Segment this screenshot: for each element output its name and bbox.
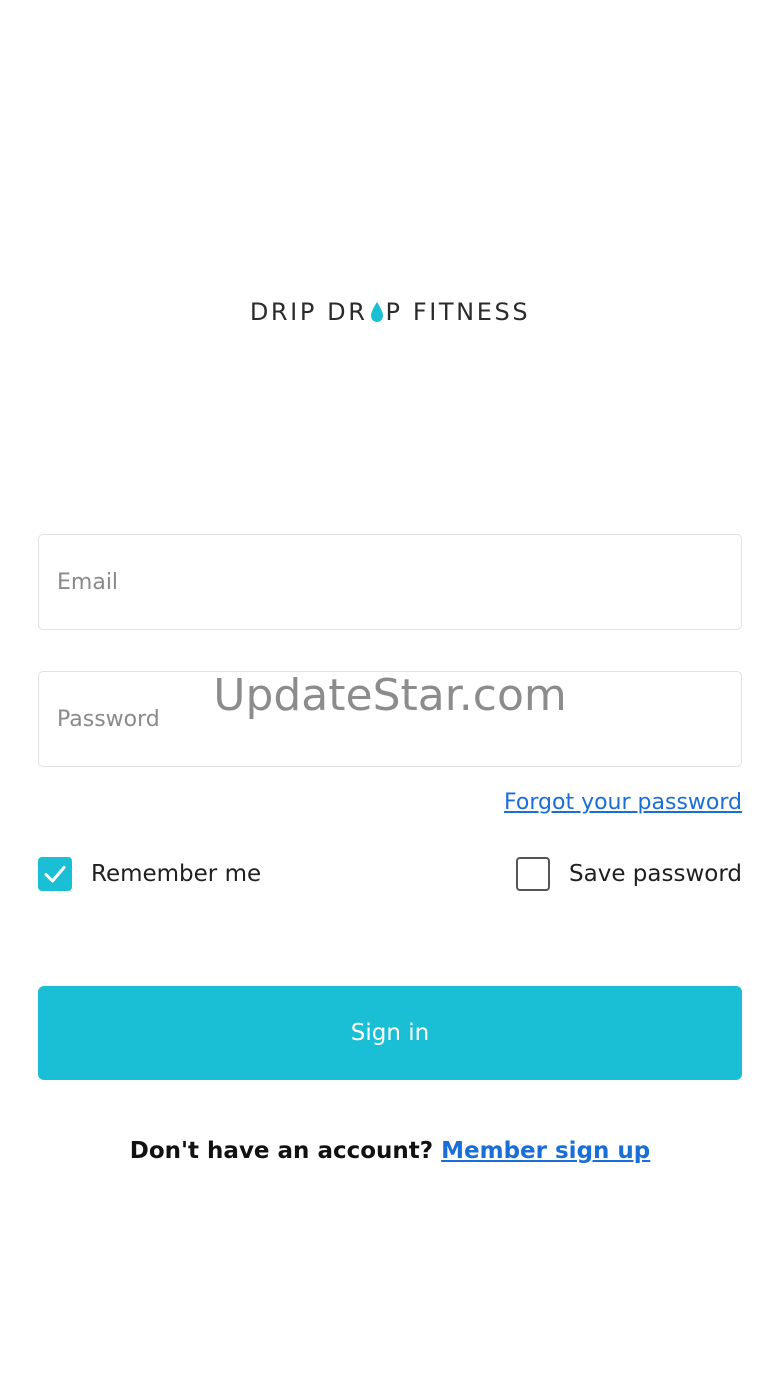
save-password-checkbox[interactable]: Save password — [516, 857, 742, 891]
save-password-label: Save password — [569, 861, 742, 887]
password-input[interactable] — [57, 672, 741, 766]
forgot-password-link[interactable]: Forgot your password — [504, 790, 742, 815]
remember-me-label: Remember me — [91, 861, 262, 887]
email-field[interactable] — [38, 534, 742, 630]
brand-text-part1: DRIP DR — [249, 298, 368, 326]
login-screen: DRIP DR P FITNESS UpdateStar.com Forgot … — [0, 0, 780, 1387]
checkbox-checked[interactable] — [38, 857, 72, 891]
remember-me-checkbox[interactable]: Remember me — [38, 857, 261, 891]
brand-logo: DRIP DR P FITNESS — [0, 298, 780, 326]
member-signup-link[interactable]: Member sign up — [441, 1138, 650, 1164]
signup-prompt: Don't have an account? Member sign up — [0, 1138, 780, 1164]
sign-in-button[interactable]: Sign in — [38, 986, 742, 1080]
password-field[interactable] — [38, 671, 742, 767]
water-drop-icon — [370, 301, 384, 323]
signup-prompt-text: Don't have an account? — [129, 1138, 442, 1164]
checkbox-unchecked[interactable] — [516, 857, 551, 891]
email-input[interactable] — [57, 535, 741, 629]
checkmark-icon — [44, 866, 66, 883]
brand-text-part2: P FITNESS — [385, 298, 531, 326]
